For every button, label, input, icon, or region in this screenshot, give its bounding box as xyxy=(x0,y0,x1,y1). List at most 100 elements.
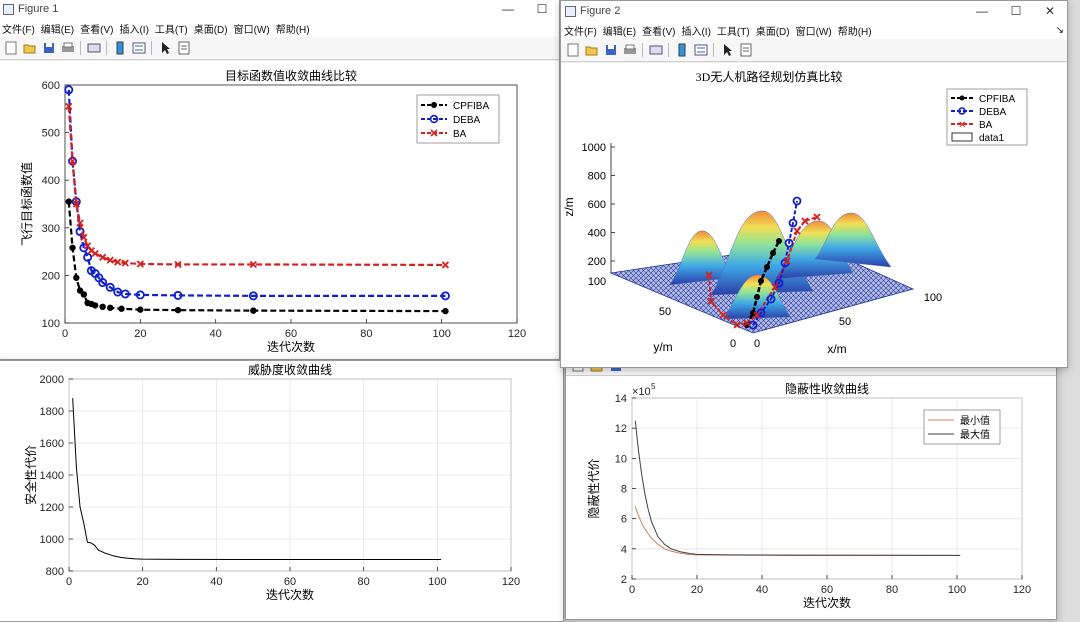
x-tick-label: 40 xyxy=(210,576,222,588)
legend-label-ba: BA xyxy=(979,120,993,131)
menu-desktop[interactable]: 桌面(D) xyxy=(753,23,793,38)
data-point xyxy=(442,307,449,315)
threat-canvas: 0 20 40 60 80 100 120 800 1000 1200 1400 1600 1800 20… xyxy=(0,361,563,621)
data-point xyxy=(69,244,76,251)
print-icon[interactable] xyxy=(59,40,76,56)
stealth-figure-window: 0 20 40 60 80 100 120 2 4 6 8 10 12 14 隐蔽性收敛曲线 迭代次数 隐蔽性代… xyxy=(565,356,1057,620)
menu-insert[interactable]: 插入(I) xyxy=(678,23,713,38)
menu-view[interactable]: 查看(V) xyxy=(639,23,678,38)
menu-edit[interactable]: 编辑(E) xyxy=(600,23,639,38)
new-figure-icon[interactable] xyxy=(564,42,581,58)
legend-icon[interactable] xyxy=(692,42,709,58)
x-tick-label: 80 xyxy=(358,576,370,588)
new-figure-icon[interactable] xyxy=(2,40,19,56)
menu-help[interactable]: 帮助(H) xyxy=(835,23,875,38)
y-tick-100: 100 xyxy=(588,276,606,288)
link-plot-icon[interactable] xyxy=(85,40,102,56)
menu-desktop[interactable]: 桌面(D) xyxy=(191,21,231,36)
property-inspector-icon[interactable] xyxy=(737,42,754,58)
y-tick-label: 600 xyxy=(42,80,60,92)
y-tick-label: 2 xyxy=(621,574,627,586)
stealth-canvas: 0 20 40 60 80 100 120 2 4 6 8 10 12 14 隐蔽性收敛曲线 迭代次数 隐蔽性代… xyxy=(566,376,1056,619)
menu-window[interactable]: 窗口(W) xyxy=(793,23,835,38)
data-point xyxy=(174,306,182,314)
link-plot-icon[interactable] xyxy=(647,42,664,58)
legend-label: CPFIBA xyxy=(453,101,489,112)
x-tick-label: 60 xyxy=(285,328,297,340)
y-tick-label: 4 xyxy=(621,544,627,556)
z-tick-label: 600 xyxy=(588,199,606,211)
menu-edit[interactable]: 编辑(E) xyxy=(38,21,77,36)
menu-tools[interactable]: 工具(T) xyxy=(714,23,753,38)
open-file-icon[interactable] xyxy=(583,42,600,58)
x-tick-label: 40 xyxy=(756,584,768,596)
minimize-button[interactable]: — xyxy=(491,0,525,19)
toolbar-divider xyxy=(151,41,152,55)
y-tick-label: 10 xyxy=(615,453,627,465)
property-inspector-icon[interactable] xyxy=(175,40,192,56)
figure2-canvas: 200 400 600 800 1000 z/m y/m x/m 100 50 0 0 … xyxy=(561,63,1067,367)
x-axis-label: 迭代次数 xyxy=(266,587,314,602)
path-point-cpfiba xyxy=(754,294,760,300)
y-tick-label: 800 xyxy=(46,566,64,578)
minimize-button[interactable]: — xyxy=(965,1,999,21)
chart-title: 威胁度收敛曲线 xyxy=(248,362,332,377)
menu-tools[interactable]: 工具(T) xyxy=(152,21,191,36)
x-tick-label: 60 xyxy=(284,576,296,588)
legend-3d: CPFIBA DEBA ✕ BA data1 xyxy=(946,88,1028,146)
x-axis-label: 迭代次数 xyxy=(803,595,851,610)
data-point xyxy=(80,291,88,298)
z-tick-label: 200 xyxy=(588,256,606,268)
menu-window[interactable]: 窗口(W) xyxy=(231,21,273,36)
x-tick-label: 100 xyxy=(948,584,966,596)
y-tick-label: 500 xyxy=(42,128,60,140)
x-tick-label: 100 xyxy=(432,328,450,340)
dock-arrow-icon[interactable]: ↘ xyxy=(1053,25,1067,36)
open-file-icon[interactable] xyxy=(21,40,38,56)
threat-figure-window: 0 20 40 60 80 100 120 800 1000 1200 1400 1600 1800 20… xyxy=(0,360,564,622)
close-button[interactable]: ✕ xyxy=(1033,1,1067,21)
menu-view[interactable]: 查看(V) xyxy=(77,21,116,36)
path3d-chart: 2004006008001000 z/m y/m x/m 100 50 0 0 … xyxy=(562,69,1028,356)
menu-insert[interactable]: 插入(I) xyxy=(116,21,151,36)
maximize-button[interactable]: ☐ xyxy=(999,1,1033,21)
menu-help[interactable]: 帮助(H) xyxy=(273,21,313,36)
objective-chart: 0 20 40 60 80 100 120 100 200 300 400 500 600 目标函数值收敛… xyxy=(19,68,526,354)
x-tick-50: 50 xyxy=(839,316,851,328)
y-tick-label: 1400 xyxy=(40,470,64,482)
save-icon[interactable] xyxy=(40,40,57,56)
figure2-titlebar: Figure 2 — ☐ ✕ xyxy=(561,1,1067,21)
x-tick-label: 20 xyxy=(134,328,146,340)
x-tick-label: 0 xyxy=(62,328,68,340)
menu-file[interactable]: 文件(F) xyxy=(0,21,38,36)
figure2-menubar: 文件(F) 编辑(E) 查看(V) 插入(I) 工具(T) 桌面(D) 窗口(W… xyxy=(561,21,1067,39)
colorbar-icon[interactable] xyxy=(111,40,128,56)
y-axis-label: 飞行目标函数值 xyxy=(19,162,34,246)
toolbar-divider xyxy=(106,41,107,55)
edit-plot-icon[interactable] xyxy=(156,40,173,56)
figure2-toolbar xyxy=(561,39,1067,62)
x-tick-label: 60 xyxy=(821,584,833,596)
z-tick-label: 400 xyxy=(588,228,606,240)
toolbar-divider xyxy=(642,43,643,57)
x-tick-label: 120 xyxy=(1013,584,1031,596)
legend-icon[interactable] xyxy=(130,40,147,56)
save-icon[interactable] xyxy=(602,42,619,58)
x-tick-label: 80 xyxy=(886,584,898,596)
y-tick-label: 2000 xyxy=(40,374,64,386)
menu-file[interactable]: 文件(F) xyxy=(561,23,600,38)
y-axis-label: y/m xyxy=(653,340,672,354)
figure1-window: Figure 1 — ☐ 文件(F) 编辑(E) 查看(V) 插入(I) 工具(… xyxy=(0,0,560,360)
edit-plot-icon[interactable] xyxy=(718,42,735,58)
figure1-titlebar: Figure 1 — ☐ xyxy=(0,0,559,19)
legend-label-data1: data1 xyxy=(979,133,1004,144)
legend-marker xyxy=(431,102,437,108)
threat-chart: 0 20 40 60 80 100 120 800 1000 1200 1400 1600 1800 20… xyxy=(23,362,520,602)
legend-label: 最大值 xyxy=(960,428,990,441)
z-axis-label: z/m xyxy=(562,197,576,216)
print-icon[interactable] xyxy=(621,42,638,58)
y-axis-label: 安全性代价 xyxy=(23,445,38,505)
colorbar-icon[interactable] xyxy=(673,42,690,58)
x-tick-label: 0 xyxy=(629,584,635,596)
maximize-button[interactable]: ☐ xyxy=(525,0,559,19)
